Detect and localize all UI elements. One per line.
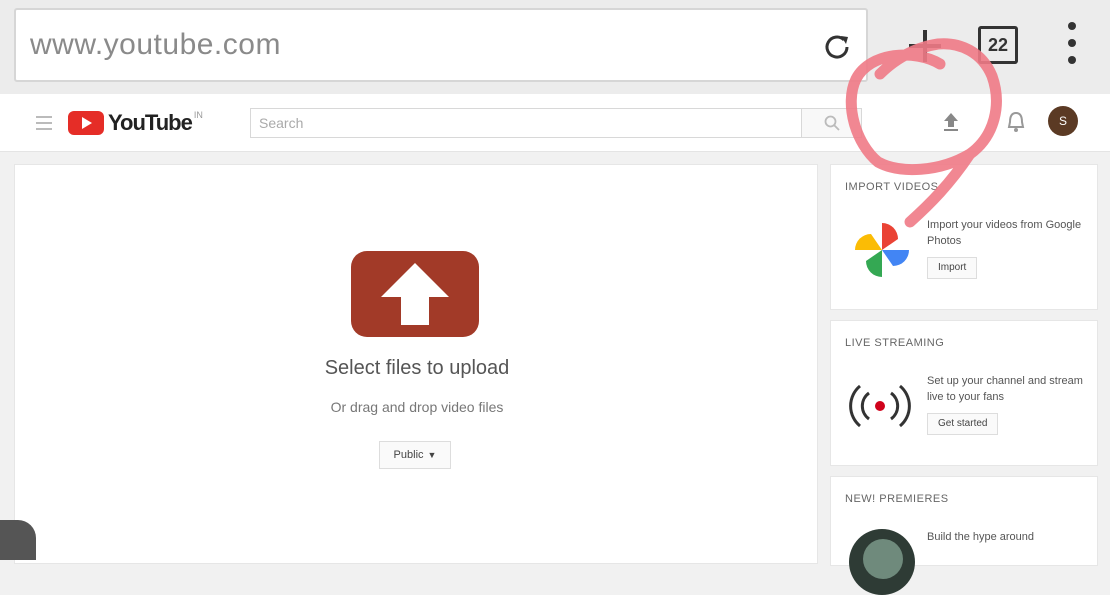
search-button[interactable] <box>802 108 862 138</box>
card-title: IMPORT VIDEOS <box>845 181 939 193</box>
new-tab-plus-icon[interactable] <box>905 26 945 66</box>
reload-icon[interactable] <box>822 32 852 62</box>
youtube-logo[interactable]: YouTube IN <box>68 110 203 136</box>
youtube-wordmark: YouTube <box>108 110 193 135</box>
live-streaming-card: LIVE STREAMING Set up your channel and s… <box>830 320 1098 466</box>
browser-toolbar: www.youtube.com 22 <box>0 0 1110 94</box>
upload-title: Select files to upload <box>324 357 510 379</box>
import-button[interactable]: Import <box>927 257 978 279</box>
chevron-down-icon: ▼ <box>427 450 437 460</box>
bell-icon[interactable] <box>1006 110 1026 134</box>
premiere-thumbnail <box>849 529 915 595</box>
search-icon <box>824 115 840 131</box>
kebab-menu-icon[interactable] <box>1062 22 1082 70</box>
privacy-value: Public <box>393 449 424 461</box>
address-bar[interactable]: www.youtube.com <box>14 8 868 82</box>
search-placeholder: Search <box>259 115 304 131</box>
hamburger-menu-icon[interactable] <box>36 116 52 130</box>
youtube-play-icon <box>68 111 104 135</box>
upload-panel[interactable]: Select files to upload Or drag and drop … <box>14 164 818 564</box>
feedback-tab[interactable] <box>0 520 36 560</box>
privacy-dropdown[interactable]: Public ▼ <box>379 441 451 469</box>
import-videos-card: IMPORT VIDEOS Import your videos from Go… <box>830 164 1098 310</box>
get-started-button[interactable]: Get started <box>927 413 999 435</box>
card-description: Import your videos from Google Photos <box>927 219 1082 247</box>
card-description: Set up your channel and stream live to y… <box>927 375 1083 403</box>
card-description: Build the hype around <box>927 531 1035 543</box>
youtube-masthead: YouTube IN Search S <box>0 94 1110 152</box>
google-photos-pinwheel-icon <box>855 223 909 277</box>
avatar[interactable]: S <box>1048 106 1078 136</box>
upload-icon[interactable] <box>940 110 962 134</box>
live-broadcast-icon <box>849 384 911 428</box>
premieres-card: NEW! PREMIERES Build the hype around <box>830 476 1098 595</box>
card-title: NEW! PREMIERES <box>845 493 949 505</box>
upload-arrow-icon[interactable] <box>351 251 479 337</box>
tab-switcher-button[interactable]: 22 <box>978 26 1018 64</box>
search-input[interactable]: Search <box>250 108 802 138</box>
card-title: LIVE STREAMING <box>845 337 945 349</box>
upload-subtitle: Or drag and drop video files <box>330 399 504 415</box>
url-text[interactable]: www.youtube.com <box>30 28 281 62</box>
country-code: IN <box>193 110 203 120</box>
